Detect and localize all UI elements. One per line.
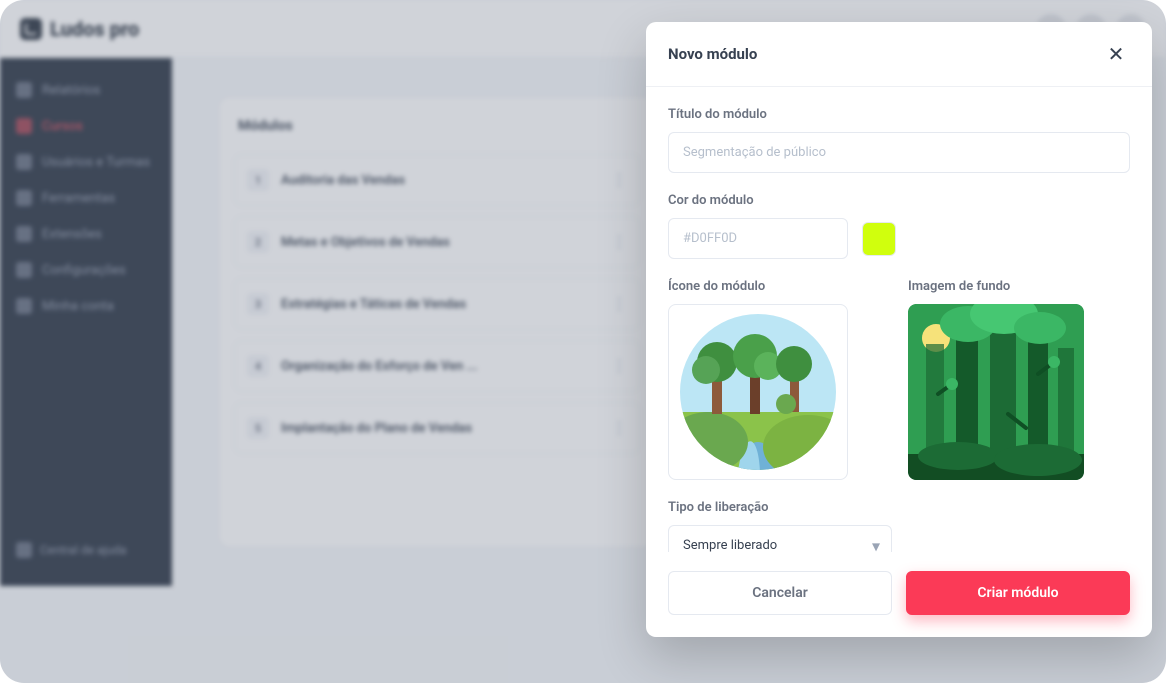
module-icon-preview[interactable] [668, 304, 848, 480]
tipo-select[interactable] [668, 525, 892, 552]
cancel-button-label: Cancelar [752, 585, 808, 601]
cancel-button[interactable]: Cancelar [668, 571, 892, 615]
titulo-input[interactable] [668, 132, 1130, 173]
color-swatch[interactable] [862, 222, 896, 256]
forest-bg-icon [908, 304, 1084, 480]
tipo-label: Tipo de liberação [668, 500, 1130, 515]
background-image-preview[interactable] [908, 304, 1084, 480]
cor-input[interactable] [668, 218, 848, 259]
modal-title: Novo módulo [668, 45, 757, 63]
titulo-label: Título do módulo [668, 107, 1130, 122]
imagem-label: Imagem de fundo [908, 279, 1084, 294]
close-icon: ✕ [1108, 42, 1125, 66]
create-module-button[interactable]: Criar módulo [906, 571, 1130, 615]
forest-circle-icon [678, 312, 838, 472]
cor-label: Cor do módulo [668, 193, 1130, 208]
create-module-button-label: Criar módulo [977, 585, 1058, 601]
icone-label: Ícone do módulo [668, 279, 848, 294]
close-button[interactable]: ✕ [1102, 40, 1130, 68]
new-module-modal: Novo módulo ✕ Título do módulo Cor do mó… [646, 22, 1152, 637]
